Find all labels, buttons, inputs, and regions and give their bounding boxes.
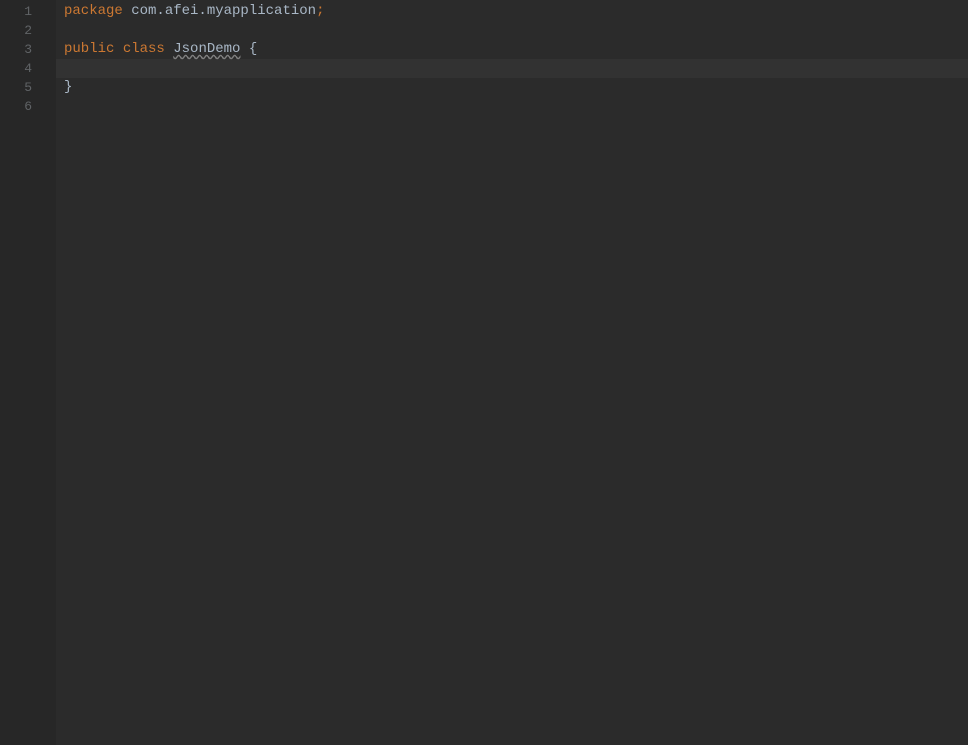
line-number-2[interactable]: 2 (0, 21, 56, 40)
space (114, 41, 122, 57)
line-number-6[interactable]: 6 (0, 97, 56, 116)
line-number-3[interactable]: 3 (0, 40, 56, 59)
keyword-package: package (64, 3, 123, 19)
space (240, 41, 248, 57)
code-line-5[interactable]: } (64, 78, 968, 97)
code-line-4[interactable] (64, 59, 968, 78)
semicolon: ; (316, 3, 324, 19)
class-name-jsondemo: JsonDemo (173, 41, 240, 57)
keyword-public: public (64, 41, 114, 57)
space (165, 41, 173, 57)
line-number-4[interactable]: 4 (0, 59, 56, 78)
code-line-6[interactable] (64, 97, 968, 116)
line-number-1[interactable]: 1 (0, 2, 56, 21)
code-line-3[interactable]: public class JsonDemo { (64, 40, 968, 59)
package-name: com.afei.myapplication (131, 3, 316, 19)
brace-close: } (64, 79, 72, 95)
gutter: 1 2 3 4 5 6 (0, 0, 56, 745)
line-number-5[interactable]: 5 (0, 78, 56, 97)
code-line-1[interactable]: package com.afei.myapplication; (64, 2, 968, 21)
space (123, 3, 131, 19)
keyword-class: class (123, 41, 165, 57)
code-area[interactable]: package com.afei.myapplication; public c… (56, 0, 968, 745)
code-content: package com.afei.myapplication; public c… (64, 2, 968, 116)
brace-open: { (249, 41, 257, 57)
editor-container: 1 2 3 4 5 6 package com.afei.myapplicati… (0, 0, 968, 745)
code-line-2[interactable] (64, 21, 968, 40)
